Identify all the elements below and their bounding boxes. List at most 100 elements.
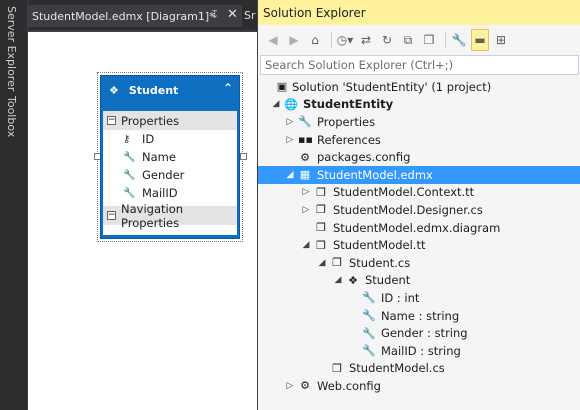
toolbox-tab[interactable]: Toolbox — [5, 96, 18, 137]
tree-node[interactable]: ◢ ❖ Student — [258, 272, 580, 290]
left-tool-strip: Server Explorer Toolbox — [0, 0, 28, 410]
expander-arrow-icon[interactable]: ▷ — [301, 205, 311, 215]
tree-node-label: Student — [365, 273, 411, 288]
tree-node-label: Properties — [317, 114, 376, 129]
tree-node[interactable]: ▣ Solution 'StudentEntity' (1 project) — [258, 78, 580, 96]
collapse-all-icon[interactable]: ⧉ — [399, 29, 417, 51]
edmx-file-icon: ▦ — [299, 168, 311, 182]
wrench-icon: 🔧 — [298, 115, 312, 129]
solution-icon: ▣ — [276, 80, 288, 94]
property-label: ID — [142, 132, 155, 146]
tree-node[interactable]: ◢ ❐ StudentModel.tt — [258, 236, 580, 254]
tree-node[interactable]: 🔧 MailID : string — [258, 342, 580, 360]
expander-arrow-icon[interactable]: ◢ — [333, 275, 343, 285]
references-icon: ▪▪ — [298, 133, 313, 147]
solution-explorer-panel: Solution Explorer ◀ ▶ ⌂ ◷▾ ⇄ ↻ ⧉ ❐ 🔧 ▬ ⊞… — [257, 0, 580, 410]
expander-arrow-icon[interactable]: ◢ — [301, 240, 311, 250]
entity-property-gender[interactable]: 🔧 Gender — [103, 166, 237, 184]
solution-explorer-title: Solution Explorer — [258, 0, 580, 25]
refresh-icon[interactable]: ↻ — [378, 29, 396, 51]
tab-title: StudentModel.edmx [Diagram1]* — [32, 9, 215, 23]
config-file-icon: ⚙ — [300, 150, 310, 164]
expander-arrow-icon[interactable]: ◢ — [317, 258, 327, 268]
tree-node-label: StudentEntity — [303, 97, 394, 112]
pin-icon[interactable]: ↧ — [210, 8, 219, 21]
expander-arrow-icon[interactable]: ▷ — [285, 117, 295, 127]
property-wrench-icon: 🔧 — [362, 344, 376, 358]
tree-node[interactable]: ▷ 🔧 Properties — [258, 113, 580, 131]
property-label: MailID — [142, 186, 178, 200]
property-label: Gender — [142, 168, 185, 182]
properties-section-label: Properties — [121, 113, 180, 128]
web-project-icon: 🌐 — [284, 97, 298, 111]
tree-node[interactable]: ❐ StudentModel.edmx.diagram — [258, 219, 580, 237]
tab-studentmodel-diagram[interactable]: StudentModel.edmx [Diagram1]* ↧ ✕ — [28, 5, 242, 27]
entity-property-id[interactable]: ⚷ ID — [103, 130, 237, 148]
tree-node-label: StudentModel.tt — [333, 238, 426, 253]
tree-node-label: Solution 'StudentEntity' (1 project) — [292, 79, 492, 94]
tree-node-label: StudentModel.cs — [349, 361, 445, 376]
navigation-properties-section-header[interactable]: − Navigation Properties — [103, 202, 237, 230]
resize-handle-right[interactable] — [240, 153, 247, 160]
preview-icon[interactable]: ▬ — [471, 29, 489, 51]
entity-name: Student — [128, 83, 179, 97]
chevron-up-icon[interactable]: ⌃ — [223, 81, 233, 95]
tree-node[interactable]: ◢ ▦ StudentModel.edmx — [258, 165, 580, 184]
expander-arrow-icon[interactable]: ▷ — [301, 187, 311, 197]
expander-arrow-icon[interactable]: ◢ — [285, 170, 295, 180]
property-label: Name — [142, 150, 176, 164]
tree-node[interactable]: ▷ ❐ StudentModel.Designer.cs — [258, 201, 580, 219]
tree-node-label: StudentModel.edmx — [317, 167, 433, 182]
tree-node-label: StudentModel.Designer.cs — [333, 202, 483, 217]
pending-changes-icon[interactable]: ◷▾ — [336, 29, 354, 51]
tree-node-label: Gender : string — [381, 326, 468, 341]
solution-explorer-search-input[interactable]: Search Solution Explorer (Ctrl+;) — [260, 55, 579, 75]
tree-node-label: Student.cs — [349, 255, 411, 270]
tree-node-label: ID : int — [381, 290, 420, 305]
class-icon: ❖ — [348, 273, 358, 287]
tree-node-label: References — [317, 132, 381, 147]
back-icon[interactable]: ◀ — [264, 29, 282, 51]
tree-node[interactable]: ▷ ▪▪ References — [258, 131, 580, 149]
tree-node[interactable]: ▷ ⚙ Web.config — [258, 377, 580, 395]
expander-arrow-icon[interactable]: ▷ — [285, 381, 295, 391]
collapse-minus-icon[interactable]: − — [107, 116, 116, 125]
expander-arrow-icon[interactable]: ◢ — [271, 99, 281, 109]
show-all-files-icon[interactable]: ❐ — [420, 29, 438, 51]
expander-arrow-icon[interactable]: ▷ — [285, 135, 295, 145]
entity-type-icon: ❖ — [109, 83, 119, 97]
property-wrench-icon: 🔧 — [362, 326, 376, 340]
entity-header[interactable]: ❖ Student ⌃ — [103, 78, 237, 102]
navigation-properties-label: Navigation Properties — [121, 201, 184, 230]
solution-explorer-toolbar: ◀ ▶ ⌂ ◷▾ ⇄ ↻ ⧉ ❐ 🔧 ▬ ⊞ — [258, 25, 580, 55]
tree-node[interactable]: 🔧 Gender : string — [258, 324, 580, 342]
properties-section-header[interactable]: − Properties — [103, 111, 237, 130]
cs-file-icon: ❐ — [316, 203, 326, 217]
student-entity-shape[interactable]: ❖ Student ⌃ − Properties ⚷ ID 🔧 Name 🔧 G… — [100, 75, 240, 239]
tree-node[interactable]: 🔧 ID : int — [258, 289, 580, 307]
tree-node-label: Web.config — [317, 378, 381, 393]
tree-node[interactable]: ◢ ❐ Student.cs — [258, 254, 580, 272]
class-view-icon[interactable]: ⊞ — [492, 29, 510, 51]
collapse-minus-icon[interactable]: − — [107, 211, 116, 220]
forward-icon[interactable]: ▶ — [285, 29, 303, 51]
tab-next-document[interactable]: Sr — [244, 5, 257, 27]
tree-node-label: packages.config — [317, 150, 411, 165]
cs-file-icon: ❐ — [332, 361, 342, 375]
close-icon[interactable]: ✕ — [227, 7, 238, 22]
home-icon[interactable]: ⌂ — [306, 29, 324, 51]
tree-node[interactable]: ◢ 🌐 StudentEntity — [258, 96, 580, 114]
tree-node-label: StudentModel.edmx.diagram — [333, 220, 501, 235]
diagram-file-icon: ❐ — [316, 221, 326, 235]
sync-icon[interactable]: ⇄ — [357, 29, 375, 51]
tree-node[interactable]: ⚙ packages.config — [258, 148, 580, 166]
properties-icon[interactable]: 🔧 — [450, 29, 468, 51]
tree-node[interactable]: 🔧 Name : string — [258, 307, 580, 325]
entity-property-name[interactable]: 🔧 Name — [103, 148, 237, 166]
property-wrench-icon: 🔧 — [362, 291, 376, 305]
entity-property-mailid[interactable]: 🔧 MailID — [103, 184, 237, 202]
tree-node[interactable]: ▷ ❐ StudentModel.Context.tt — [258, 184, 580, 202]
tree-node[interactable]: ❐ StudentModel.cs — [258, 360, 580, 378]
server-explorer-tab[interactable]: Server Explorer — [5, 6, 18, 91]
toolbar-separator — [445, 32, 446, 48]
